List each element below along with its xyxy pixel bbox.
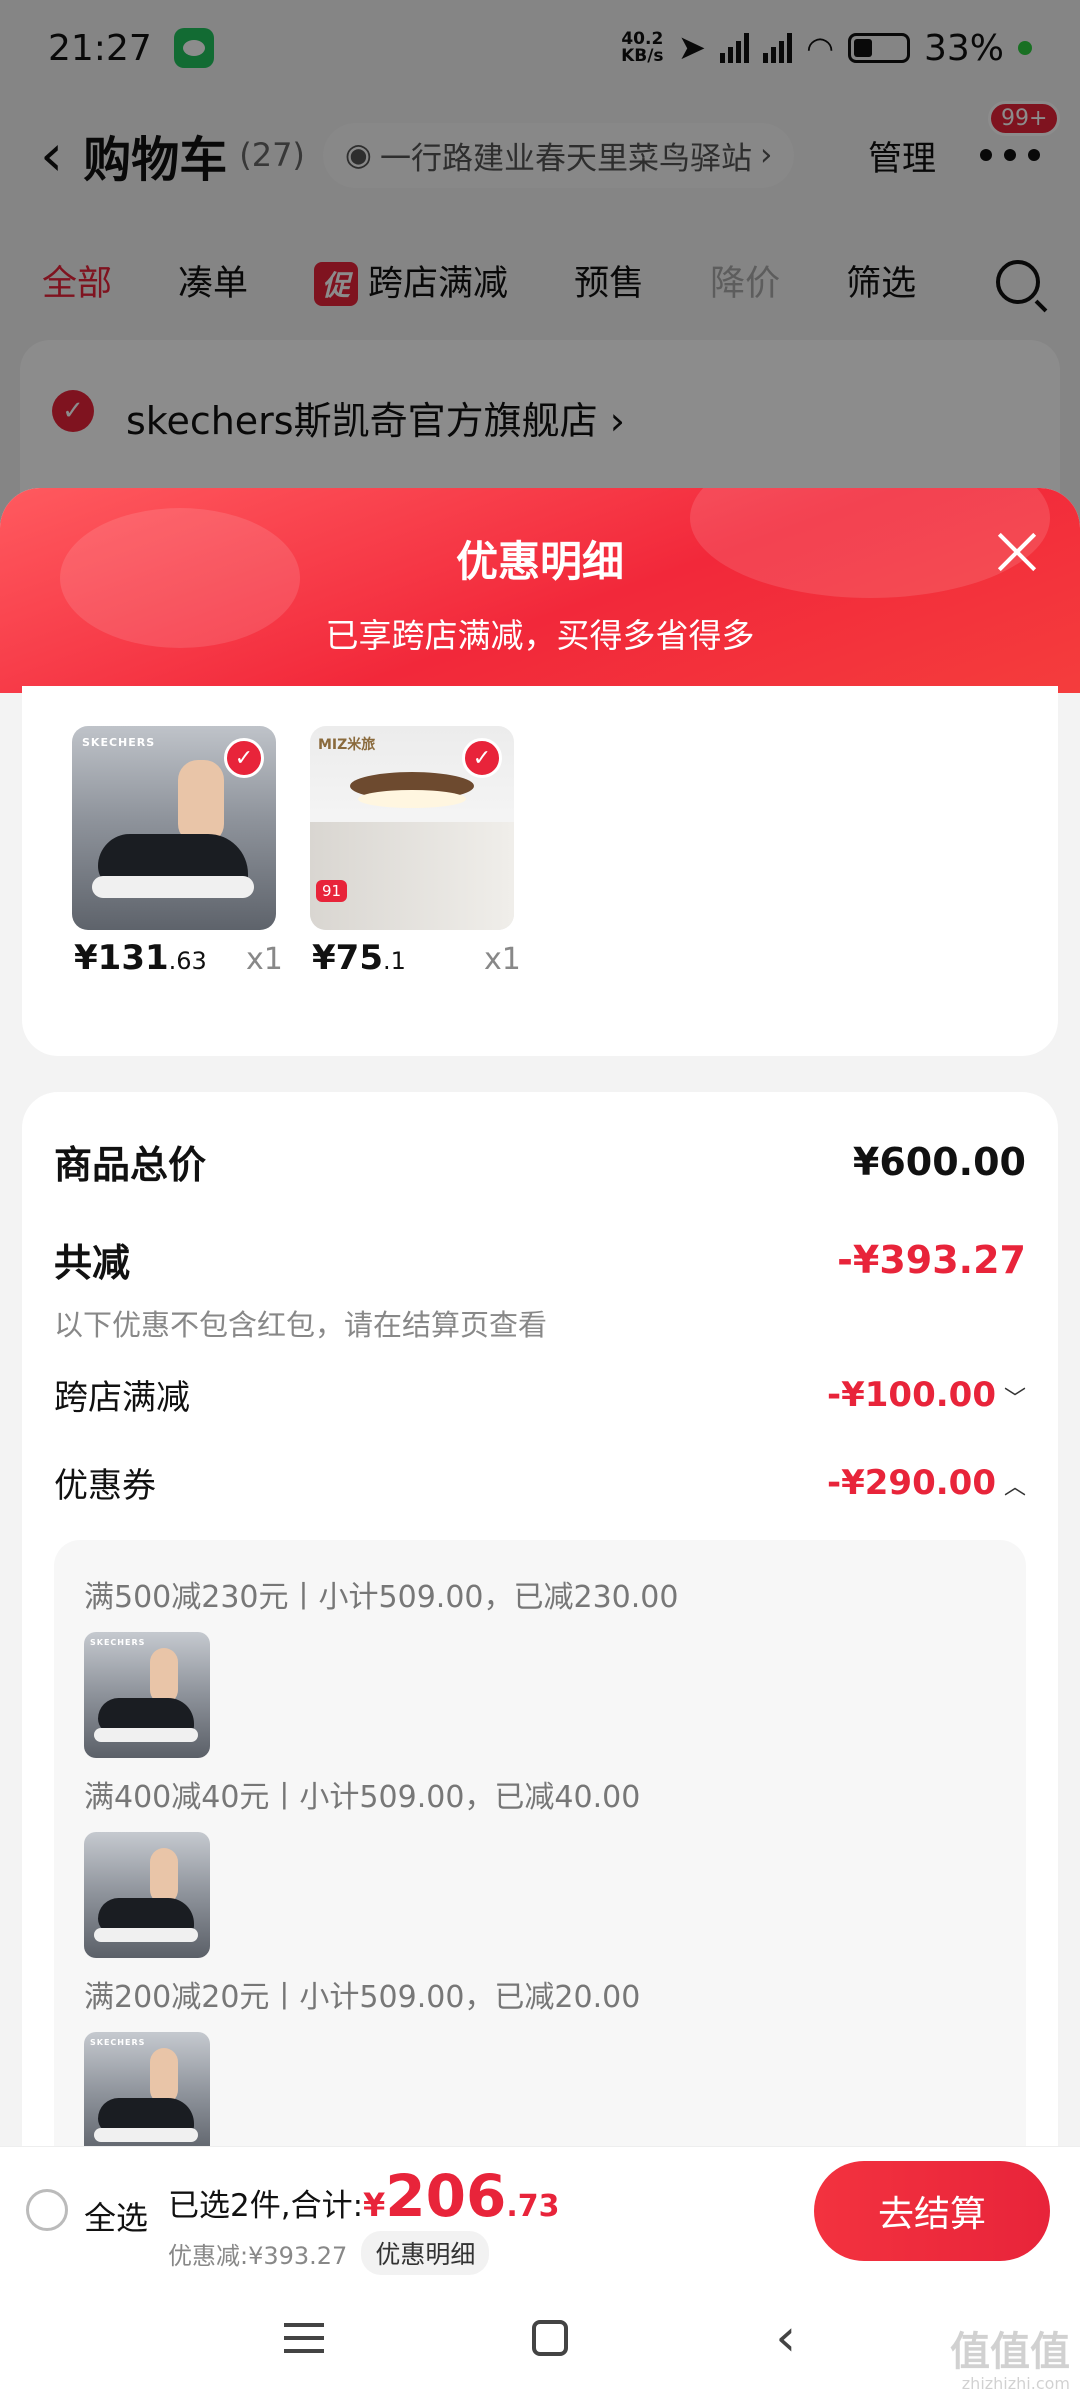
select-all-label[interactable]: 全选 (84, 2193, 148, 2239)
select-all-checkbox[interactable] (26, 2189, 68, 2231)
close-icon[interactable] (994, 530, 1038, 574)
total-decimals: .73 (506, 2189, 560, 2224)
coupon-row[interactable]: 优惠券 -¥290.00 ︿ (54, 1458, 1026, 1507)
product-item[interactable]: MIZ米旅 91 ✓ (310, 726, 514, 930)
home-icon[interactable] (531, 2320, 568, 2356)
chevron-down-icon: ﹀ (1003, 1386, 1026, 1412)
recent-apps-icon[interactable] (283, 2323, 324, 2353)
product-price: ¥131.63 (74, 938, 207, 978)
total-currency: ¥ (363, 2186, 386, 2224)
ceiling-lamp-product-image: MIZ米旅 91 ✓ (310, 726, 514, 930)
coupon-rule: 满500减230元丨小计509.00，已减230.00 (84, 1580, 679, 1615)
discount-amount: 优惠减:¥393.27 (168, 2241, 348, 2270)
discount-summary: 优惠减:¥393.27 优惠明细 (168, 2231, 490, 2275)
coupon-rule: 满200减20元丨小计509.00，已减20.00 (84, 1980, 641, 2015)
coupon-rule: 满400减40元丨小计509.00，已减40.00 (84, 1780, 641, 1815)
back-icon[interactable]: ‹ (775, 2308, 796, 2368)
checkout-bar: 全选 已选2件,合计: ¥ 206 .73 优惠减:¥393.27 优惠明细 去… (0, 2146, 1080, 2276)
total-discount-label: 共减 (54, 1241, 131, 1285)
product-item[interactable]: SKECHERS ✓ (72, 726, 276, 930)
sheet-header: 优惠明细 已享跨店满减，买得多省得多 (0, 488, 1080, 693)
shoe-product-image: SKECHERS ✓ (72, 726, 276, 930)
total-discount-value: -¥393.27 (837, 1237, 1026, 1282)
sheet-subtitle: 已享跨店满减，买得多省得多 (325, 616, 755, 655)
watermark-logo: 值值值 zhizhizhi.com (950, 2329, 1070, 2393)
product-quantity: x1 (246, 942, 283, 977)
selected-total: 已选2件,合计: ¥ 206 .73 (168, 2167, 560, 2225)
sheet-title: 优惠明细 (455, 537, 624, 586)
discount-note: 以下优惠不包含红包，请在结算页查看 (54, 1308, 548, 1342)
selected-products: SKECHERS ✓ ¥131.63 x1 MIZ米旅 91 ✓ ¥75.1 x… (22, 686, 1058, 1056)
coupon-label: 优惠券 (54, 1466, 156, 1506)
cross-store-label: 跨店满减 (54, 1378, 190, 1418)
discount-detail-sheet: 优惠明细 已享跨店满减，买得多省得多 SKECHERS ✓ ¥131.63 x1… (0, 488, 1080, 2400)
product-checkbox[interactable]: ✓ (462, 738, 502, 778)
discount-detail-button[interactable]: 优惠明细 (361, 2231, 490, 2275)
shoe-product-thumbnail: SKECHERS (84, 2032, 210, 2158)
product-quantity: x1 (484, 942, 521, 977)
chevron-up-icon: ︿ (1003, 1474, 1026, 1500)
total-price-row: 商品总价 ¥600.00 (54, 1134, 1026, 1189)
shoe-product-thumbnail: SKECHERS (84, 1632, 210, 1758)
total-price-label: 商品总价 (54, 1143, 207, 1187)
coupon-value: -¥290.00 (827, 1462, 996, 1503)
product-checkbox[interactable]: ✓ (224, 738, 264, 778)
total-price-value: ¥600.00 (852, 1139, 1026, 1184)
product-price: ¥75.1 (312, 938, 406, 978)
total-discount-row: 共减 -¥393.27 (54, 1232, 1026, 1287)
cross-store-row[interactable]: 跨店满减 -¥100.00 ﹀ (54, 1370, 1026, 1419)
total-amount: 206 (385, 2162, 507, 2230)
checkout-button[interactable]: 去结算 (814, 2161, 1050, 2261)
shoe-product-thumbnail (84, 1832, 210, 1958)
cross-store-value: -¥100.00 (827, 1374, 996, 1415)
selected-prefix: 已选2件,合计: (168, 2188, 364, 2224)
system-nav-bar: ‹ 值值值 zhizhizhi.com (0, 2276, 1080, 2400)
